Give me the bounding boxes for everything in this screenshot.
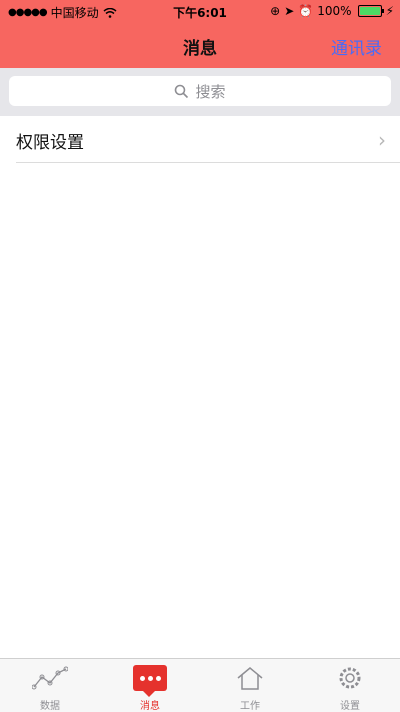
nav-bar: 消息 通讯录 [0, 22, 400, 68]
line-chart-icon [32, 663, 68, 693]
tab-label: 消息 [140, 701, 160, 712]
tab-label: 工作 [240, 701, 260, 712]
tab-messages[interactable]: 消息 [100, 659, 200, 712]
tab-label: 设置 [340, 701, 360, 712]
tab-data[interactable]: 数据 [0, 659, 100, 712]
search-bar: 搜索 [0, 68, 400, 116]
gear-icon [332, 663, 368, 693]
home-icon [232, 663, 268, 693]
status-bar: ●●●●● 中国移动 下午6:01 ⊕ ➤ ⏰ 100% ⚡ [0, 0, 400, 22]
list-item-label: 权限设置 [16, 133, 84, 153]
location-icon: ➤ [284, 4, 295, 18]
tab-label: 数据 [40, 701, 60, 712]
tab-bar: 数据 消息 工作 设置 [0, 658, 400, 712]
alarm-icon: ⏰ [298, 4, 314, 18]
status-right: ⊕ ➤ ⏰ 100% ⚡ [270, 4, 394, 18]
battery-label: 100% [317, 4, 352, 18]
rotation-lock-icon: ⊕ [270, 4, 281, 18]
tab-settings[interactable]: 设置 [300, 659, 400, 712]
header: ●●●●● 中国移动 下午6:01 ⊕ ➤ ⏰ 100% ⚡ 消息 通讯录 [0, 0, 400, 68]
charging-icon: ⚡ [385, 4, 394, 18]
search-icon [175, 84, 189, 98]
list-item-permission-settings[interactable]: 权限设置 › [16, 118, 400, 163]
battery-icon [357, 5, 384, 17]
search-placeholder: 搜索 [195, 82, 226, 101]
search-input[interactable]: 搜索 [9, 76, 391, 106]
chevron-right-icon: › [378, 128, 386, 152]
message-bubble-icon [132, 663, 168, 697]
contacts-button[interactable]: 通讯录 [331, 34, 382, 59]
tab-work[interactable]: 工作 [200, 659, 300, 712]
